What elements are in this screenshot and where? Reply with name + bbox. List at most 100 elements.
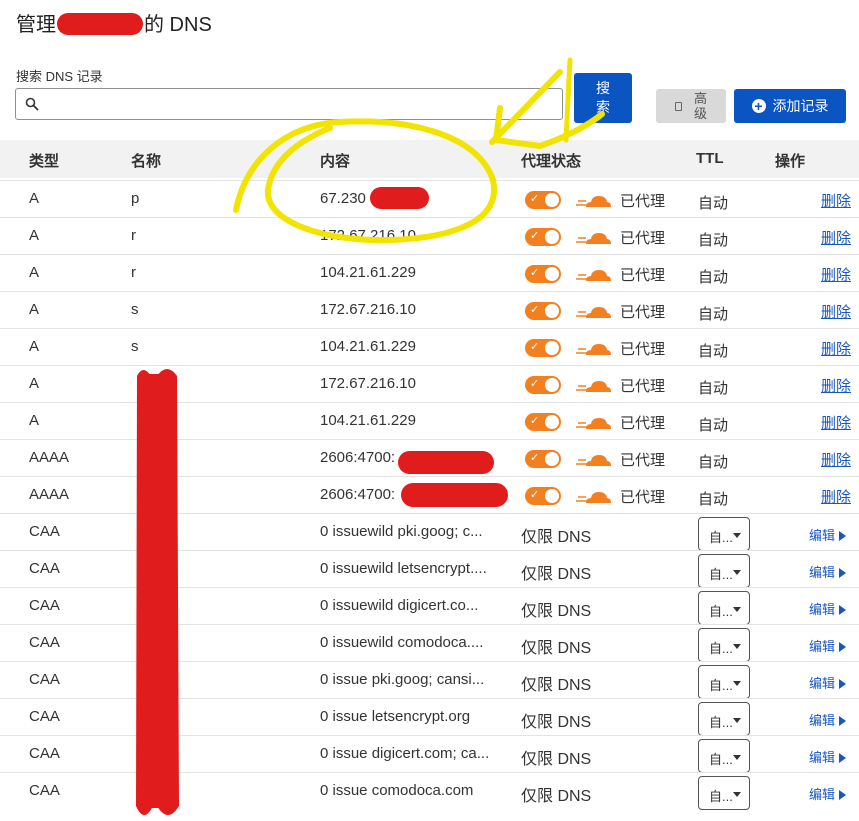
header-name[interactable]: 名称 [131, 150, 161, 171]
cloud-icon [576, 307, 611, 318]
proxy-toggle[interactable]: ✓ [525, 302, 561, 320]
search-label: 搜索 DNS 记录 [16, 69, 103, 84]
proxy-toggle[interactable]: ✓ [525, 191, 561, 209]
table-row[interactable]: Ap 67.230 ✓ 已代理 自动 删除 [0, 180, 859, 218]
delete-link[interactable]: 删除 [821, 227, 851, 248]
table-row[interactable]: CAA 0 issuewild letsencrypt.... 仅限 DNS 自...… [0, 550, 859, 588]
search-input[interactable] [48, 93, 552, 117]
ttl-select[interactable]: 自... [698, 628, 750, 662]
ttl-select[interactable]: 自... [698, 739, 750, 773]
record-content: 104.21.61.229 [320, 412, 416, 429]
table-row[interactable]: As 104.21.61.229 ✓ 已代理 自动 删除 [0, 328, 859, 366]
record-content: 0 issuewild pki.goog; c... [320, 523, 483, 540]
record-type: CAA [29, 523, 60, 540]
title-prefix: 管理 [16, 14, 56, 36]
proxy-toggle[interactable]: ✓ [525, 265, 561, 283]
delete-link[interactable]: 删除 [821, 375, 851, 396]
ttl-select[interactable]: 自... [698, 554, 750, 588]
proxy-toggle[interactable]: ✓ [525, 228, 561, 246]
record-name: s [131, 338, 139, 355]
edit-link[interactable]: 编辑 [809, 710, 847, 729]
delete-link[interactable]: 删除 [821, 264, 851, 285]
proxy-status-label: 已代理 [620, 452, 666, 469]
ttl-select[interactable]: 自... [698, 776, 750, 810]
record-type: CAA [29, 597, 60, 614]
proxy-toggle[interactable]: ✓ [525, 413, 561, 431]
header-ttl[interactable]: TTL [696, 150, 724, 167]
record-content: 0 issuewild letsencrypt.... [320, 560, 487, 577]
ttl-select[interactable]: 自... [698, 517, 750, 551]
delete-link[interactable]: 删除 [821, 301, 851, 322]
caret-right-icon [839, 531, 847, 541]
proxy-toggle[interactable]: ✓ [525, 339, 561, 357]
search-field[interactable] [15, 88, 563, 120]
record-type: CAA [29, 671, 60, 688]
table-row[interactable]: CAA 0 issue comodoca.com 仅限 DNS 自... 编辑 [0, 772, 859, 810]
table-row[interactable]: CAA 0 issue pki.goog; cansi... 仅限 DNS 自... 编… [0, 661, 859, 699]
edit-label: 编辑 [809, 787, 836, 802]
record-content: 0 issuewild comodoca.... [320, 634, 484, 651]
ttl-select-value: 自... [709, 567, 733, 582]
add-record-button[interactable]: + 添加记录 [734, 89, 846, 123]
delete-link[interactable]: 删除 [821, 449, 851, 470]
table-row[interactable]: A 104.21.61.229 ✓ 已代理 自动 删除 [0, 402, 859, 440]
toggle-knob [545, 452, 559, 466]
edit-label: 编辑 [809, 639, 836, 654]
delete-link[interactable]: 删除 [821, 190, 851, 211]
record-content: 0 issue letsencrypt.org [320, 708, 471, 725]
table-row[interactable]: CAA 0 issuewild comodoca.... 仅限 DNS 自... 编辑 [0, 624, 859, 662]
table-row[interactable]: CAA 0 issue digicert.com; ca... 仅限 DNS 自...… [0, 735, 859, 773]
edit-link[interactable]: 编辑 [809, 784, 847, 803]
edit-link[interactable]: 编辑 [809, 599, 847, 618]
cloud-icon [576, 381, 611, 392]
page-title: 管理 的 DNS [16, 8, 212, 37]
record-type: CAA [29, 634, 60, 651]
proxy-status-label: 已代理 [620, 304, 666, 321]
ttl-select[interactable]: 自... [698, 702, 750, 736]
record-content: 0 issue digicert.com; ca... [320, 745, 490, 762]
delete-link[interactable]: 删除 [821, 338, 851, 359]
edit-link[interactable]: 编辑 [809, 525, 847, 544]
proxy-toggle[interactable]: ✓ [525, 376, 561, 394]
proxy-status-label: 仅限 DNS [521, 751, 592, 768]
header-type[interactable]: 类型 [29, 150, 59, 171]
ttl-value: 自动 [698, 195, 729, 212]
ttl-select[interactable]: 自... [698, 591, 750, 625]
record-type: A [29, 264, 40, 281]
add-record-label: 添加记录 [772, 98, 829, 114]
delete-link[interactable]: 删除 [821, 412, 851, 433]
table-row[interactable]: CAA 0 issuewild pki.goog; c... 仅限 DNS 自... 编… [0, 513, 859, 551]
proxy-status-label: 仅限 DNS [521, 677, 592, 694]
record-content: 104.21.61.229 [320, 264, 416, 281]
edit-label: 编辑 [809, 528, 836, 543]
record-content: 0 issuewild digicert.co... [320, 597, 479, 614]
proxy-status-label: 已代理 [620, 489, 666, 506]
record-name: p [131, 190, 140, 207]
edit-link[interactable]: 编辑 [809, 636, 847, 655]
search-button[interactable]: 搜索 [574, 73, 632, 123]
record-type: AAAA [29, 486, 70, 503]
table-row[interactable]: Ar 172.67.216.10 ✓ 已代理 自动 删除 [0, 217, 859, 255]
ttl-select[interactable]: 自... [698, 665, 750, 699]
table-row[interactable]: A 172.67.216.10 ✓ 已代理 自动 删除 [0, 365, 859, 403]
caret-right-icon [839, 642, 847, 652]
proxy-toggle[interactable]: ✓ [525, 487, 561, 505]
record-type: A [29, 412, 40, 429]
edit-link[interactable]: 编辑 [809, 747, 847, 766]
edit-link[interactable]: 编辑 [809, 673, 847, 692]
edit-link[interactable]: 编辑 [809, 562, 847, 581]
delete-link[interactable]: 删除 [821, 486, 851, 507]
proxy-status-label: 仅限 DNS [521, 714, 592, 731]
check-icon: ✓ [530, 415, 540, 427]
advanced-button[interactable]: 高级 [656, 89, 726, 123]
table-row[interactable]: As 172.67.216.10 ✓ 已代理 自动 删除 [0, 291, 859, 329]
ttl-value: 自动 [698, 491, 729, 508]
record-content: 104.21.61.229 [320, 338, 416, 355]
table-row[interactable]: Ar 104.21.61.229 ✓ 已代理 自动 删除 [0, 254, 859, 292]
table-row[interactable]: CAA 0 issue letsencrypt.org 仅限 DNS 自... 编辑 [0, 698, 859, 736]
header-content[interactable]: 内容 [320, 150, 350, 171]
proxy-status-label: 已代理 [620, 193, 666, 210]
chevron-down-icon [733, 755, 741, 760]
proxy-toggle[interactable]: ✓ [525, 450, 561, 468]
table-row[interactable]: CAA 0 issuewild digicert.co... 仅限 DNS 自... 编… [0, 587, 859, 625]
